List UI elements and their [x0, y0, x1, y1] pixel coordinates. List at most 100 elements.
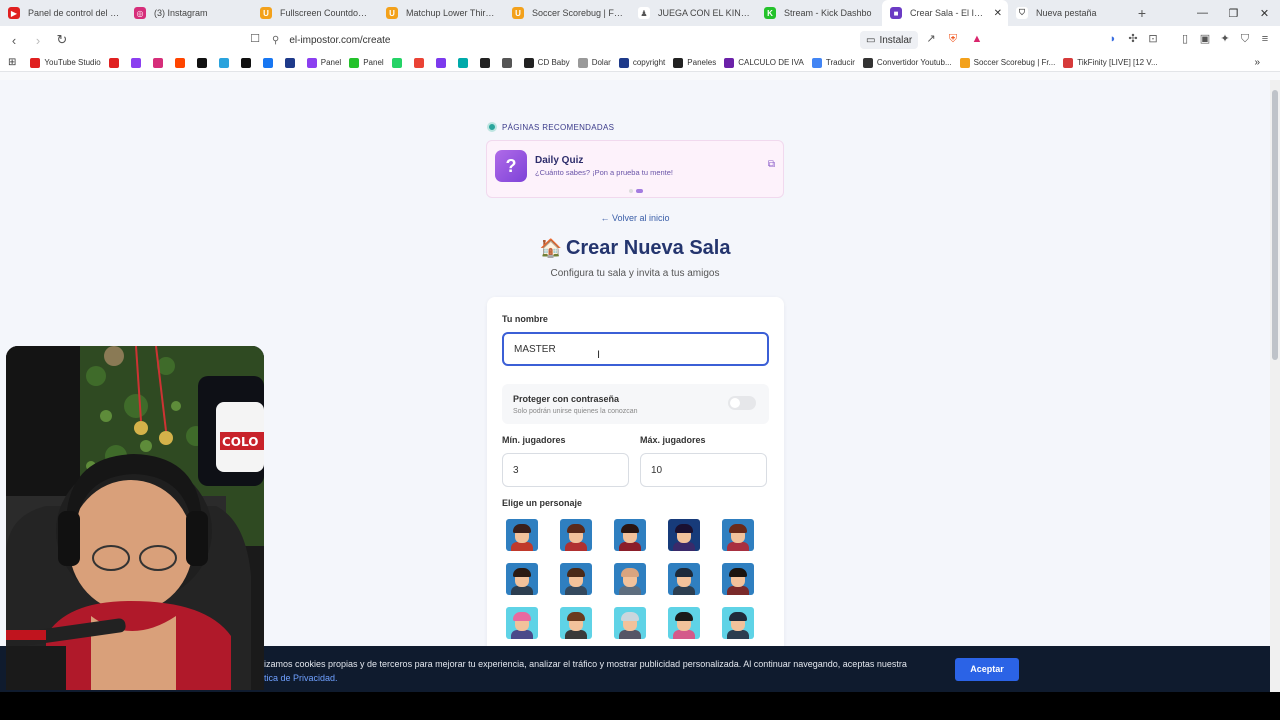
- question-icon: ?: [495, 150, 527, 182]
- character-avatar[interactable]: [722, 607, 754, 639]
- reload-icon[interactable]: ↻: [52, 32, 72, 48]
- bookmark-item[interactable]: [240, 57, 255, 68]
- bookmark-item[interactable]: copyright: [618, 57, 665, 68]
- bookmark-item[interactable]: [174, 57, 189, 68]
- scrollbar-thumb[interactable]: [1272, 90, 1278, 360]
- bookmark-item[interactable]: [501, 57, 516, 68]
- more-bookmarks-icon[interactable]: »: [1254, 57, 1260, 68]
- bookmark-item[interactable]: Dolar: [577, 57, 611, 68]
- back-icon[interactable]: ‹: [4, 33, 24, 48]
- tab[interactable]: ♟ JUEGA CON EL KING – el n: [630, 0, 756, 26]
- character-avatar[interactable]: [668, 563, 700, 595]
- bookmark-item[interactable]: YouTube Studio: [30, 57, 101, 68]
- close-tab-icon[interactable]: ✕: [994, 8, 1002, 19]
- character-avatar[interactable]: [506, 607, 538, 639]
- vpn-icon[interactable]: ⛉: [1238, 32, 1252, 46]
- screenshot-icon[interactable]: ⊡: [1146, 32, 1160, 46]
- bookmark-item[interactable]: Traducir: [811, 57, 855, 68]
- external-link-icon[interactable]: ⧉: [768, 159, 775, 170]
- monitor-icon: ▭: [866, 34, 876, 46]
- character-avatar[interactable]: [506, 519, 538, 551]
- extensions-icon[interactable]: ✣: [1126, 32, 1140, 46]
- bookmark-item[interactable]: TikFinity [LIVE] [12 V...: [1063, 57, 1158, 68]
- bookmark-label: Dolar: [591, 58, 611, 67]
- character-avatar[interactable]: [560, 607, 592, 639]
- bookmark-item[interactable]: Panel: [306, 57, 342, 68]
- maximize-icon[interactable]: ❐: [1218, 7, 1249, 20]
- wallet-icon[interactable]: ▣: [1198, 32, 1212, 46]
- tab[interactable]: U Soccer Scorebug | Fresh -: [504, 0, 630, 26]
- min-players-input[interactable]: 3: [502, 453, 629, 487]
- tab[interactable]: U Matchup Lower Third | Fre: [378, 0, 504, 26]
- bookmark-item[interactable]: [479, 57, 494, 68]
- bookmark-item[interactable]: Panel: [349, 57, 384, 68]
- bookmark-item[interactable]: [284, 57, 299, 68]
- character-avatar[interactable]: [506, 563, 538, 595]
- bookmark-favicon-icon: [284, 57, 295, 68]
- bookmark-item[interactable]: [108, 57, 123, 68]
- character-avatar[interactable]: [668, 607, 700, 639]
- bookmark-item[interactable]: [152, 57, 167, 68]
- bookmark-item[interactable]: [218, 57, 233, 68]
- bookmark-item[interactable]: [130, 57, 145, 68]
- tab-active[interactable]: ■ Crear Sala - El Impost ✕: [882, 0, 1008, 26]
- sidebar-icon[interactable]: ▯: [1178, 32, 1192, 46]
- audio-icon[interactable]: ◗: [1106, 32, 1120, 46]
- bookmark-item[interactable]: [391, 57, 406, 68]
- minimize-icon[interactable]: —: [1187, 7, 1218, 20]
- bookmark-item[interactable]: Soccer Scorebug | Fr...: [959, 57, 1055, 68]
- character-avatar[interactable]: [722, 563, 754, 595]
- apps-grid-icon[interactable]: ⊞: [8, 57, 16, 68]
- bookmark-item[interactable]: CD Baby: [523, 57, 570, 68]
- bookmark-item[interactable]: [262, 57, 277, 68]
- tab[interactable]: ⛉ Nueva pestaña: [1008, 0, 1128, 26]
- bookmark-item[interactable]: CALCULO DE IVA: [724, 57, 804, 68]
- leo-ai-icon[interactable]: ✦: [1218, 32, 1232, 46]
- max-players-input[interactable]: 10: [640, 453, 767, 487]
- privacy-policy-link[interactable]: tica de Privacidad.: [264, 673, 338, 683]
- bookmark-item[interactable]: Convertidor Youtub...: [862, 57, 952, 68]
- bookmark-item[interactable]: [196, 57, 211, 68]
- carousel-dot-active[interactable]: [636, 189, 643, 193]
- character-avatar[interactable]: [668, 519, 700, 551]
- page-scrollbar[interactable]: [1270, 80, 1280, 692]
- tab[interactable]: ▶ Panel de control del canal: [0, 0, 126, 26]
- password-toggle[interactable]: [728, 396, 756, 410]
- tab-favicon-icon: U: [512, 7, 524, 19]
- bookmark-item[interactable]: Paneles: [673, 57, 716, 68]
- install-button[interactable]: ▭ Instalar: [860, 31, 919, 49]
- character-avatar[interactable]: [614, 563, 646, 595]
- bookmark-item[interactable]: [413, 57, 428, 68]
- password-title: Proteger con contraseña: [513, 394, 620, 404]
- carousel-dot[interactable]: [629, 189, 633, 193]
- forward-icon[interactable]: ›: [28, 33, 48, 48]
- bookmark-favicon-icon: [479, 57, 490, 68]
- bookmark-item[interactable]: [435, 57, 450, 68]
- bookmark-favicon-icon: [174, 57, 185, 68]
- tab[interactable]: U Fullscreen Countdown | Ti: [252, 0, 378, 26]
- bookmark-icon[interactable]: ☐: [248, 32, 262, 46]
- brave-shield-icon[interactable]: ⛨: [946, 32, 960, 46]
- bookmark-item[interactable]: [457, 57, 472, 68]
- bookmark-favicon-icon: [240, 57, 251, 68]
- character-avatar[interactable]: [614, 519, 646, 551]
- new-tab-button[interactable]: +: [1128, 5, 1156, 21]
- tab[interactable]: K Stream - Kick Dashbo: [756, 0, 882, 26]
- character-avatar[interactable]: [614, 607, 646, 639]
- rewards-icon[interactable]: ▲: [970, 32, 984, 46]
- tab[interactable]: ◎ (3) Instagram: [126, 0, 252, 26]
- max-players-value: 10: [651, 464, 663, 476]
- close-window-icon[interactable]: ✕: [1249, 7, 1280, 20]
- bookmark-favicon-icon: [959, 57, 970, 68]
- bookmark-label: Panel: [320, 58, 342, 67]
- menu-icon[interactable]: ≡: [1258, 32, 1272, 46]
- site-info-icon[interactable]: ⚲: [272, 35, 279, 46]
- accept-cookies-button[interactable]: Aceptar: [955, 658, 1019, 681]
- name-input[interactable]: MASTER: [502, 332, 769, 366]
- character-avatar[interactable]: [560, 563, 592, 595]
- back-home-link[interactable]: ← Volver al inicio: [0, 213, 1270, 223]
- share-icon[interactable]: ↗: [924, 32, 938, 46]
- character-avatar[interactable]: [722, 519, 754, 551]
- daily-quiz-card[interactable]: ? Daily Quiz ¿Cuánto sabes? ¡Pon a prueb…: [486, 140, 784, 198]
- character-avatar[interactable]: [560, 519, 592, 551]
